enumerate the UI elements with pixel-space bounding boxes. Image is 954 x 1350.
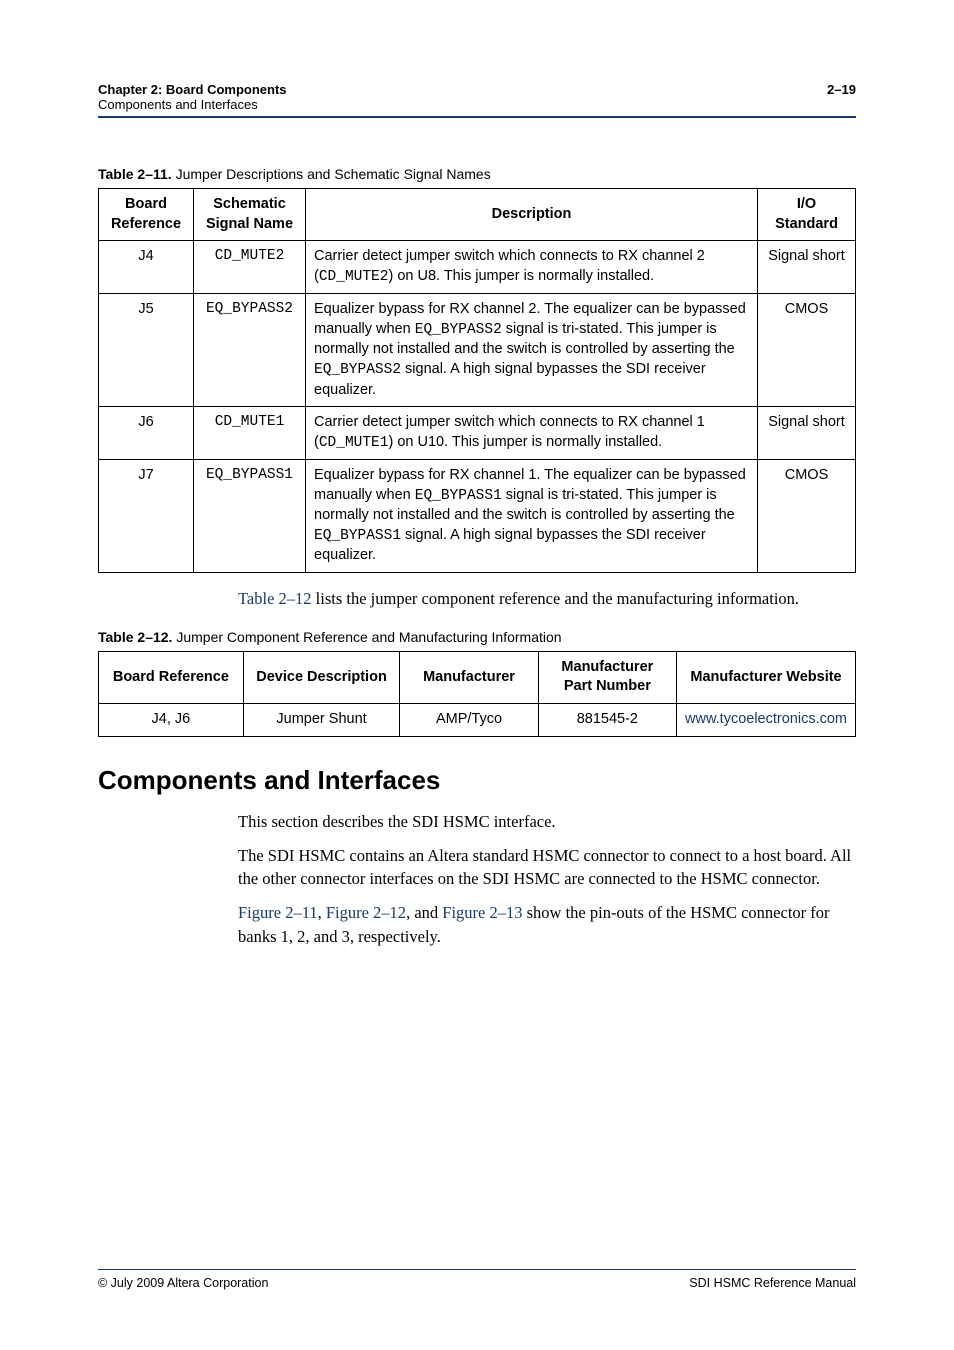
cell-desc: Carrier detect jumper switch which conne… <box>306 241 758 294</box>
cell-part: 881545-2 <box>538 704 676 737</box>
cell-mfr: AMP/Tyco <box>400 704 538 737</box>
cell-ref: J6 <box>99 407 194 460</box>
cell-desc: Equalizer bypass for RX channel 1. The e… <box>306 460 758 573</box>
section-body: This section describes the SDI HSMC inte… <box>238 810 856 950</box>
th-mfr-part: Manufacturer Part Number <box>538 651 676 703</box>
cell-desc: Carrier detect jumper switch which conne… <box>306 407 758 460</box>
th-mfr: Manufacturer <box>400 651 538 703</box>
cell-io: CMOS <box>758 294 856 407</box>
cell-io: Signal short <box>758 407 856 460</box>
cell-desc: Jumper Shunt <box>243 704 400 737</box>
th-desc: Description <box>306 189 758 241</box>
table-row: J4, J6 Jumper Shunt AMP/Tyco 881545-2 ww… <box>99 704 856 737</box>
cell-io: Signal short <box>758 241 856 294</box>
cell-desc: Equalizer bypass for RX channel 2. The e… <box>306 294 758 407</box>
paragraph: The SDI HSMC contains an Altera standard… <box>238 844 856 892</box>
table-number: Table 2–11. <box>98 166 172 182</box>
page-footer: © July 2009 Altera Corporation SDI HSMC … <box>98 1269 856 1290</box>
th-mfr-site: Manufacturer Website <box>677 651 856 703</box>
paragraph: Figure 2–11, Figure 2–12, and Figure 2–1… <box>238 901 856 949</box>
section-heading: Components and Interfaces <box>98 765 856 796</box>
chapter-title: Chapter 2: Board Components <box>98 82 287 97</box>
cell-io: CMOS <box>758 460 856 573</box>
footer-left: © July 2009 Altera Corporation <box>98 1276 268 1290</box>
header-rule <box>98 116 856 118</box>
table-row: J6 CD_MUTE1 Carrier detect jumper switch… <box>99 407 856 460</box>
table-header-row: Board Reference Schematic Signal Name De… <box>99 189 856 241</box>
table-row: J5 EQ_BYPASS2 Equalizer bypass for RX ch… <box>99 294 856 407</box>
cell-signal: CD_MUTE2 <box>194 241 306 294</box>
page-header: Chapter 2: Board Components Components a… <box>98 82 856 112</box>
table-number: Table 2–12. <box>98 629 172 645</box>
paragraph-text: lists the jumper component reference and… <box>312 589 800 608</box>
th-io: I/O Standard <box>758 189 856 241</box>
body-paragraph: Table 2–12 lists the jumper component re… <box>238 587 856 611</box>
cell-ref: J5 <box>99 294 194 407</box>
table-title: Jumper Descriptions and Schematic Signal… <box>176 166 491 182</box>
table-2-12: Board Reference Device Description Manuf… <box>98 651 856 737</box>
xref-figure-2-11[interactable]: Figure 2–11 <box>238 903 318 922</box>
header-left: Chapter 2: Board Components Components a… <box>98 82 287 112</box>
xref-figure-2-12[interactable]: Figure 2–12 <box>326 903 406 922</box>
th-signal: Schematic Signal Name <box>194 189 306 241</box>
cell-signal: EQ_BYPASS1 <box>194 460 306 573</box>
table-row: J7 EQ_BYPASS1 Equalizer bypass for RX ch… <box>99 460 856 573</box>
th-board-ref: Board Reference <box>99 189 194 241</box>
table-caption-2-11: Table 2–11. Jumper Descriptions and Sche… <box>98 166 856 182</box>
paragraph: This section describes the SDI HSMC inte… <box>238 810 856 834</box>
th-device-desc: Device Description <box>243 651 400 703</box>
table-caption-2-12: Table 2–12. Jumper Component Reference a… <box>98 629 856 645</box>
footer-right: SDI HSMC Reference Manual <box>689 1276 856 1290</box>
cell-ref: J7 <box>99 460 194 573</box>
cell-url: www.tycoelectronics.com <box>677 704 856 737</box>
xref-table-2-12[interactable]: Table 2–12 <box>238 589 312 608</box>
table-row: J4 CD_MUTE2 Carrier detect jumper switch… <box>99 241 856 294</box>
section-subtitle: Components and Interfaces <box>98 97 258 112</box>
cell-signal: CD_MUTE1 <box>194 407 306 460</box>
page-number: 2–19 <box>827 82 856 97</box>
table-title: Jumper Component Reference and Manufactu… <box>176 629 561 645</box>
cell-signal: EQ_BYPASS2 <box>194 294 306 407</box>
xref-figure-2-13[interactable]: Figure 2–13 <box>442 903 522 922</box>
table-2-11: Board Reference Schematic Signal Name De… <box>98 188 856 573</box>
cell-ref: J4, J6 <box>99 704 244 737</box>
cell-ref: J4 <box>99 241 194 294</box>
th-board-ref: Board Reference <box>99 651 244 703</box>
table-header-row: Board Reference Device Description Manuf… <box>99 651 856 703</box>
mfr-website-link[interactable]: www.tycoelectronics.com <box>685 711 847 727</box>
